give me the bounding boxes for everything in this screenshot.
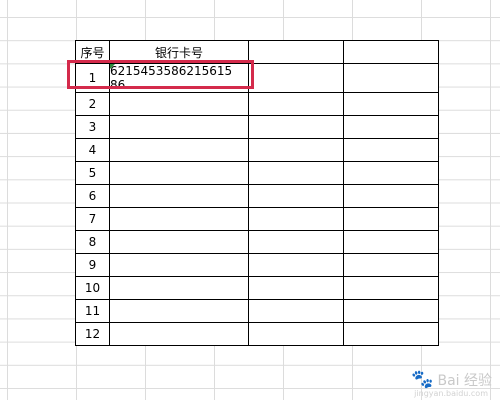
header-cell-empty[interactable] [248,40,344,64]
empty-cell[interactable] [343,138,439,162]
empty-cell[interactable] [248,230,344,254]
card-number-cell[interactable] [109,253,249,277]
empty-cell[interactable] [343,322,439,346]
row-number-cell[interactable]: 8 [75,230,110,254]
table-row: 1 6215453586215615 86 [75,63,439,93]
table-row: 2 [75,92,439,116]
empty-cell[interactable] [248,322,344,346]
row-number-cell[interactable]: 5 [75,161,110,185]
row-number-cell[interactable]: 7 [75,207,110,231]
table-row: 6 [75,184,439,208]
card-number-cell[interactable] [109,115,249,139]
table-row: 8 [75,230,439,254]
row-number-cell[interactable]: 9 [75,253,110,277]
row-number-cell[interactable]: 6 [75,184,110,208]
card-number-cell[interactable] [109,161,249,185]
empty-cell[interactable] [343,276,439,300]
table-row: 3 [75,115,439,139]
watermark-text: Bai 经验 [437,372,492,389]
row-number-cell[interactable]: 10 [75,276,110,300]
header-cell-index[interactable]: 序号 [75,40,110,64]
table-row: 4 [75,138,439,162]
empty-cell[interactable] [343,63,439,93]
empty-cell[interactable] [248,115,344,139]
row-number-cell[interactable]: 4 [75,138,110,162]
card-number-cell[interactable] [109,138,249,162]
card-number-cell[interactable] [109,299,249,323]
empty-cell[interactable] [343,161,439,185]
empty-cell[interactable] [343,184,439,208]
card-number-cell[interactable] [109,92,249,116]
table-row: 7 [75,207,439,231]
empty-cell[interactable] [343,230,439,254]
header-row: 序号 银行卡号 [75,40,439,64]
empty-cell[interactable] [248,92,344,116]
table-row: 10 [75,276,439,300]
table-row: 9 [75,253,439,277]
table-row: 12 [75,322,439,346]
empty-cell[interactable] [248,253,344,277]
empty-cell[interactable] [343,115,439,139]
card-number-cell[interactable]: 6215453586215615 86 [109,63,249,93]
text-format-indicator-icon [110,64,115,69]
empty-cell[interactable] [343,253,439,277]
paw-logo-icon: 🐾 [411,369,434,390]
card-number-cell[interactable] [109,184,249,208]
baidu-jingyan-watermark: 🐾 Bai 经验 [411,369,492,390]
table-row: 11 [75,299,439,323]
empty-cell[interactable] [248,184,344,208]
card-number-value: 6215453586215615 86 [110,64,233,92]
empty-cell[interactable] [248,299,344,323]
empty-cell[interactable] [248,276,344,300]
watermark-url: jingyan.baidu.com [414,389,488,398]
row-number-cell[interactable]: 3 [75,115,110,139]
empty-cell[interactable] [343,207,439,231]
empty-cell[interactable] [343,92,439,116]
header-cell-empty[interactable] [343,40,439,64]
row-number-cell[interactable]: 12 [75,322,110,346]
card-number-cell[interactable] [109,276,249,300]
row-number-cell[interactable]: 1 [75,63,110,93]
table-row: 5 [75,161,439,185]
card-number-cell[interactable] [109,230,249,254]
empty-cell[interactable] [248,63,344,93]
empty-cell[interactable] [248,138,344,162]
card-number-cell[interactable] [109,207,249,231]
header-cell-card-number[interactable]: 银行卡号 [109,40,249,64]
row-number-cell[interactable]: 11 [75,299,110,323]
card-number-cell[interactable] [109,322,249,346]
empty-cell[interactable] [248,207,344,231]
empty-cell[interactable] [248,161,344,185]
bank-card-table: 序号 银行卡号 1 6215453586215615 86 2 3 4 5 6 [75,40,439,346]
empty-cell[interactable] [343,299,439,323]
row-number-cell[interactable]: 2 [75,92,110,116]
